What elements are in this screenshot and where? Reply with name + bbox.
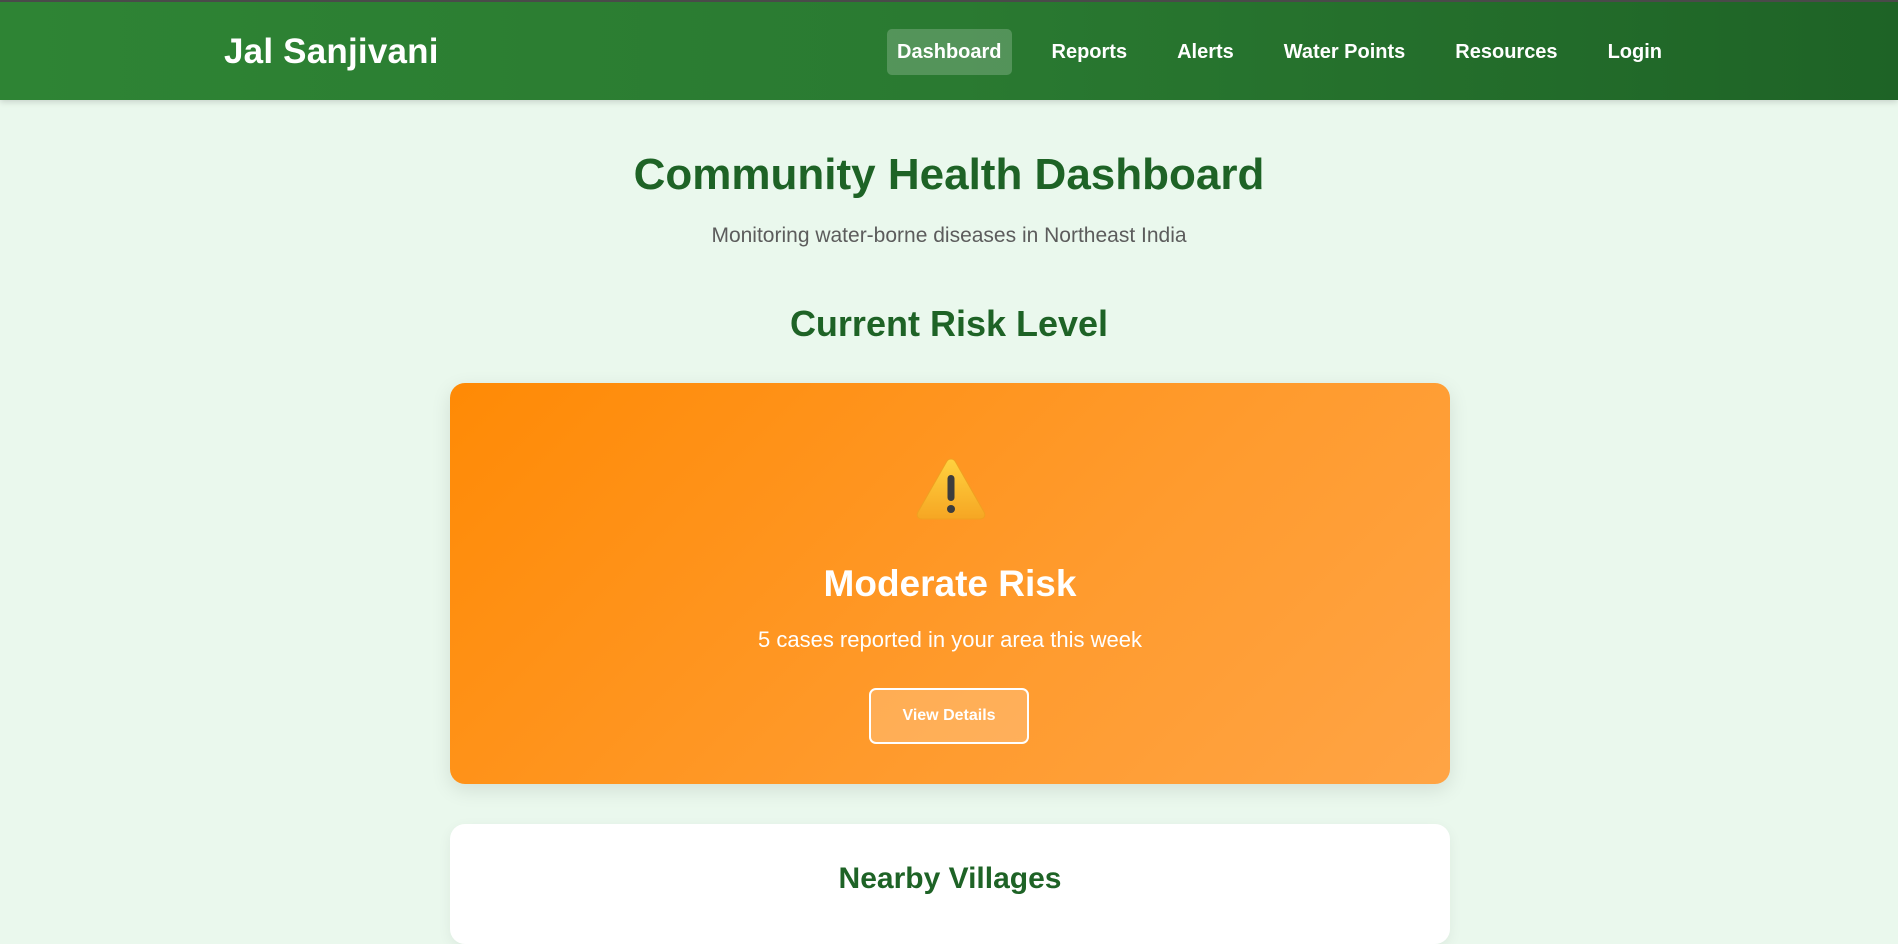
risk-level-label: Moderate Risk [823, 563, 1077, 604]
risk-section-title: Current Risk Level [789, 303, 1109, 344]
risk-level-card: Moderate Risk 5 cases reported in your a… [450, 383, 1450, 784]
nav-item-login[interactable]: Login [1598, 29, 1672, 75]
brand-logo-text[interactable]: Jal Sanjivani [224, 32, 439, 72]
nav-item-water-points[interactable]: Water Points [1274, 29, 1416, 75]
nearby-villages-title: Nearby Villages [838, 862, 1062, 895]
nav-item-resources[interactable]: Resources [1445, 29, 1567, 75]
page-subtitle: Monitoring water-borne diseases in North… [711, 224, 1187, 247]
view-details-button[interactable]: View Details [869, 688, 1029, 744]
nav-item-alerts[interactable]: Alerts [1167, 29, 1244, 75]
main-nav: Dashboard Reports Alerts Water Points Re… [887, 29, 1672, 75]
nav-item-dashboard[interactable]: Dashboard [887, 29, 1012, 75]
top-navbar: Jal Sanjivani Dashboard Reports Alerts W… [0, 0, 1898, 100]
page-title: Community Health Dashboard [633, 150, 1265, 199]
risk-description: 5 cases reported in your area this week [758, 627, 1142, 652]
nearby-villages-card: Nearby Villages [450, 824, 1450, 944]
nav-item-reports[interactable]: Reports [1042, 29, 1138, 75]
warning-icon [916, 458, 986, 520]
